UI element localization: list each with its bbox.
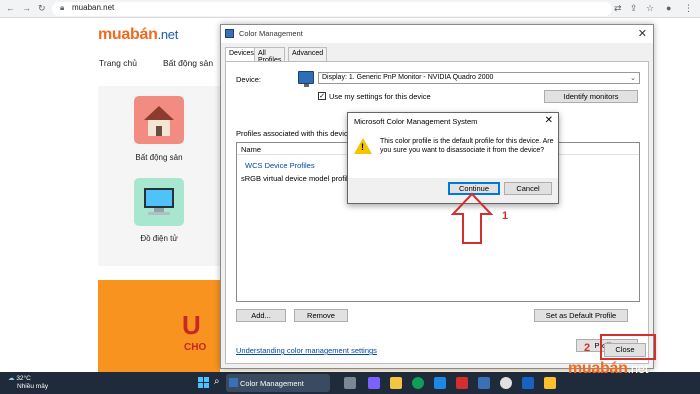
identify-monitors-button[interactable]: Identify monitors (544, 90, 638, 103)
dialog-message: This color profile is the default profil… (380, 138, 554, 154)
cancel-button[interactable]: Cancel (504, 182, 552, 195)
profiles-label: Profiles associated with this device: (236, 129, 354, 138)
window-titlebar[interactable]: Color Management ✕ (221, 25, 653, 43)
warning-mark: ! (361, 142, 364, 152)
task-view-icon[interactable] (344, 377, 356, 389)
house-icon[interactable] (134, 96, 184, 144)
nav-real-estate[interactable]: Bất động sản (163, 58, 213, 68)
word-icon[interactable] (522, 377, 534, 389)
translate-icon[interactable]: ⇄ (614, 3, 622, 14)
category-panel: Bất động sản Đồ điện tử (98, 86, 220, 266)
remove-button[interactable]: Remove (294, 309, 348, 322)
promo-small-text: CHO (184, 342, 207, 353)
profile-icon[interactable]: ● (666, 3, 671, 13)
tab-advanced[interactable]: Advanced (288, 47, 328, 61)
logo-main: muabán (98, 26, 158, 43)
category-electronics[interactable]: Đồ điện tử (119, 234, 199, 243)
close-icon[interactable]: ✕ (545, 115, 553, 126)
dialog-titlebar[interactable]: Microsoft Color Management System ✕ (348, 113, 558, 130)
taskbar-color-management[interactable]: Color Management (226, 374, 330, 392)
step-two-label: 2 (584, 342, 591, 354)
reload-icon[interactable]: ↻ (38, 3, 46, 14)
tab-devices[interactable]: Devices (225, 47, 258, 62)
menu-icon[interactable]: ⋮ (684, 3, 693, 14)
chrome-icon[interactable] (500, 377, 512, 389)
devices-panel: Device: Display: 1. Generic PnP Monitor … (225, 61, 649, 364)
device-select[interactable]: Display: 1. Generic PnP Monitor - NVIDIA… (318, 72, 640, 84)
file-explorer-icon[interactable] (390, 377, 402, 389)
lock-icon: 🔒︎ (60, 3, 65, 12)
color-management-icon (225, 29, 234, 38)
back-icon[interactable]: ← (6, 3, 15, 13)
url-text: muaban.net (72, 3, 115, 12)
windows-start-icon[interactable] (198, 377, 210, 389)
mail-icon[interactable] (456, 377, 468, 389)
dialog-title: Microsoft Color Management System (354, 117, 478, 126)
browser-address-bar: ← → ↻ 🔒︎ muaban.net ⇄ ⇪ ☆ ● ⋮ (0, 0, 700, 18)
list-item[interactable]: sRGB virtual device model profile (241, 174, 352, 183)
device-select-value: Display: 1. Generic PnP Monitor - NVIDIA… (322, 74, 494, 81)
site-logo[interactable]: muabán.net (98, 26, 178, 44)
weather-widget[interactable]: ☁ 32°C Nhiều mây (8, 375, 48, 391)
watermark-logo: muabán.net (568, 360, 648, 378)
close-icon[interactable]: ✕ (638, 27, 647, 40)
share-icon[interactable]: ⇪ (630, 3, 638, 14)
promo-big-text: U (182, 310, 201, 340)
computer-icon[interactable] (134, 178, 184, 226)
sticky-notes-icon[interactable] (544, 377, 556, 389)
use-settings-checkbox[interactable]: ✓ (318, 92, 326, 100)
teams-icon[interactable] (368, 377, 380, 389)
watermark-main: muabán (568, 360, 628, 377)
understanding-link[interactable]: Understanding color management settings (236, 346, 377, 355)
window-title: Color Management (239, 29, 303, 38)
weather-temp: 32°C (16, 375, 31, 382)
step-one-label: 1 (502, 210, 509, 222)
color-management-icon (229, 378, 238, 387)
confirm-dialog: Microsoft Color Management System ✕ ! Th… (347, 112, 559, 204)
list-item[interactable]: WCS Device Profiles (245, 161, 315, 170)
taskbar-app-label: Color Management (240, 379, 304, 388)
device-label: Device: (236, 75, 262, 84)
up-arrow-annotation (450, 192, 494, 244)
forward-icon[interactable]: → (22, 3, 31, 13)
monitor-icon (298, 71, 314, 87)
edge-icon[interactable] (412, 377, 424, 389)
tab-all-profiles[interactable]: All Profiles (254, 47, 286, 64)
logo-tld: .net (157, 27, 179, 42)
use-settings-label: Use my settings for this device (329, 92, 431, 101)
photos-icon[interactable] (478, 377, 490, 389)
nav-home[interactable]: Trang chủ (99, 58, 137, 68)
promo-banner[interactable]: U CHO (98, 280, 220, 372)
url-field[interactable] (52, 2, 612, 16)
search-icon[interactable]: ⌕ (214, 376, 220, 387)
star-icon[interactable]: ☆ (646, 3, 654, 14)
set-default-profile-button[interactable]: Set as Default Profile (534, 309, 628, 322)
close-highlight-box (600, 334, 656, 360)
add-button[interactable]: Add... (236, 309, 286, 322)
cloud-icon: ☁ (8, 375, 15, 382)
weather-text: Nhiều mây (17, 383, 49, 390)
category-real-estate[interactable]: Bất động sản (119, 153, 199, 162)
chevron-down-icon: ⌄ (630, 75, 636, 82)
store-icon[interactable] (434, 377, 446, 389)
watermark-tld: .net (627, 361, 649, 376)
dialog-body: ! This color profile is the default prof… (348, 130, 558, 178)
